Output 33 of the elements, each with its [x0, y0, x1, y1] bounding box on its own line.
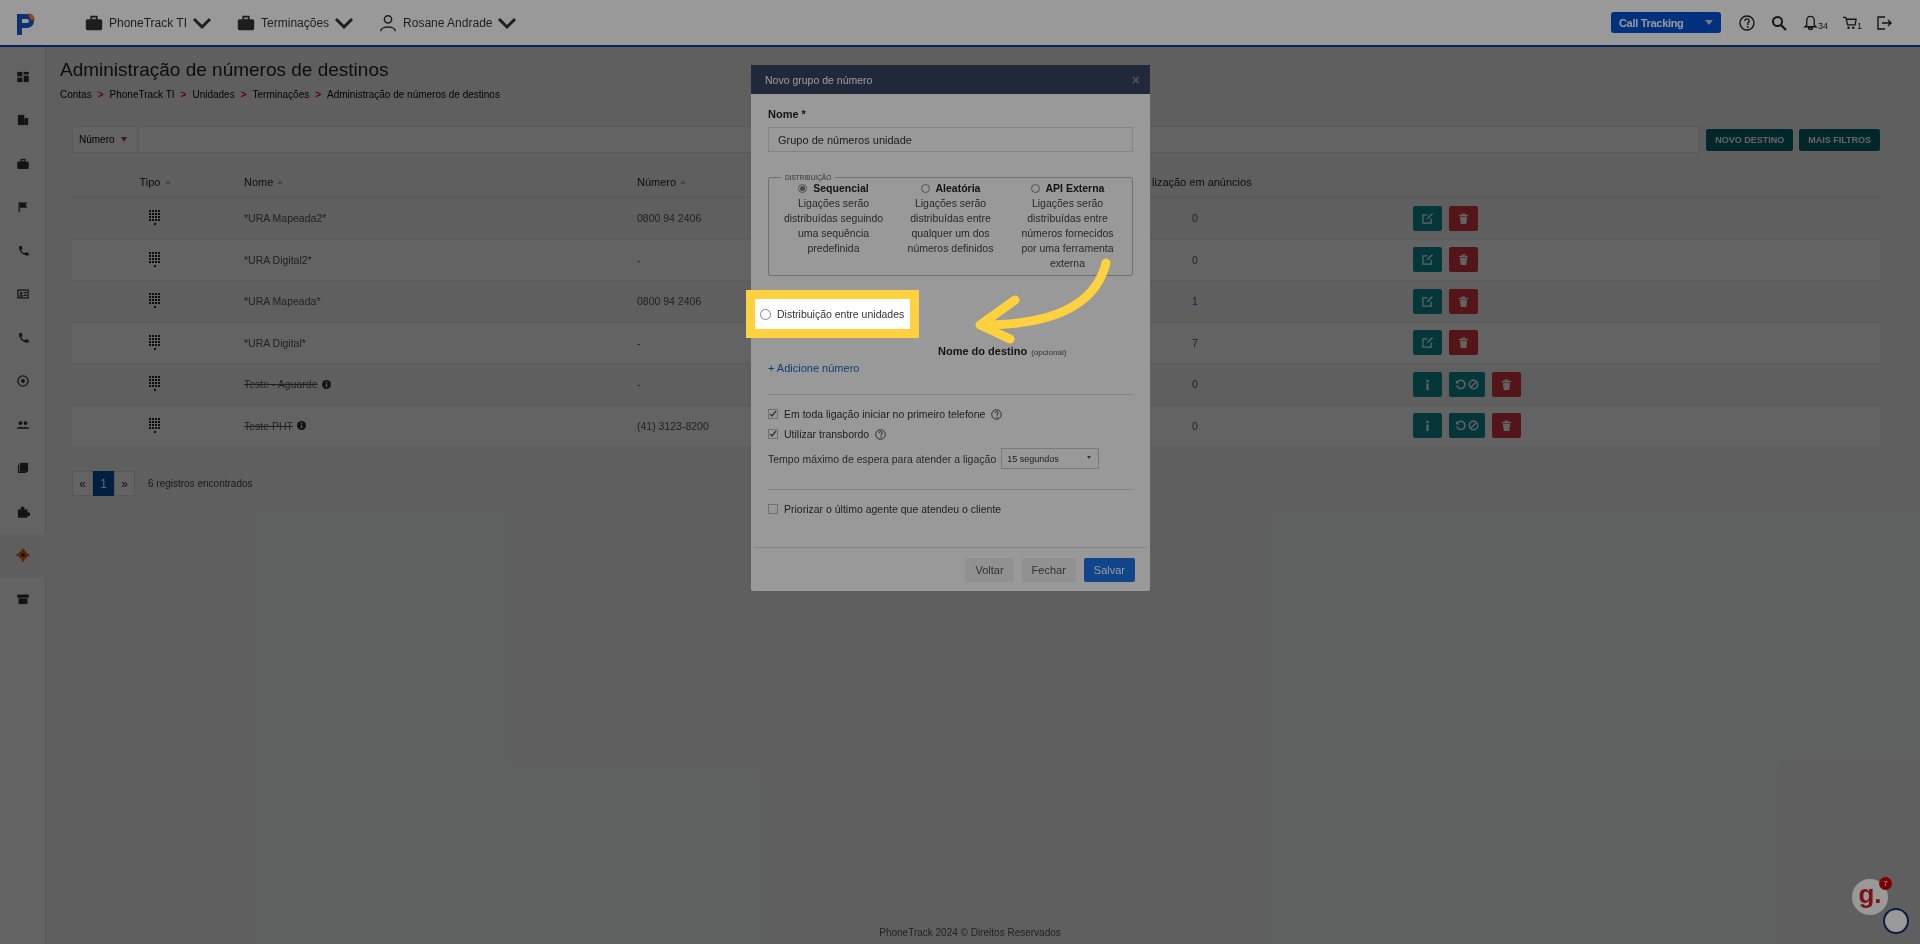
- name-cell: *URA Digital2*: [244, 253, 312, 266]
- breadcrumb-separator: >: [240, 89, 247, 100]
- usage-cell: 0: [1192, 419, 1198, 432]
- footer-text: PhoneTrack 2024 © Direitos Reservados: [879, 927, 1061, 938]
- usage-cell: 0: [1192, 253, 1198, 266]
- name-cell: *URA Mapeada*: [244, 295, 321, 308]
- name-cell: Teste - Aguarde: [244, 378, 318, 391]
- name-cell: *URA Digital*: [244, 336, 306, 349]
- checkbox-label: Utilizar transbordo: [784, 428, 870, 440]
- option-description: Ligações serão distribuídas entre números fornecidos por uma ferramenta externa: [1020, 196, 1115, 271]
- option-description: Ligações serão distribuídas entre qualquer um dos números definidos: [906, 196, 995, 256]
- field-label: Tempo máximo de espera para atender a ligação: [768, 452, 997, 465]
- name-cell: *URA Mapeada2*: [244, 212, 327, 225]
- number-cell: 0800 94 2406: [637, 295, 702, 308]
- checkbox-label: Em toda ligação iniciar no primeiro telefone: [784, 408, 986, 420]
- field-label: Nome *: [768, 108, 807, 120]
- records-count: 6 registros encontrados: [148, 478, 253, 489]
- column-header: Nome do destino: [938, 345, 1028, 357]
- checkbox-label: Priorizar o último agente que atendeu o cliente: [784, 503, 1002, 515]
- hint-text: (opcional): [1031, 348, 1067, 357]
- notification-badge: 7: [1879, 877, 1892, 890]
- number-cell: -: [637, 378, 641, 391]
- name-cell: Teste PHT: [244, 419, 293, 432]
- page-title: Administração de números de destinos: [60, 59, 389, 81]
- breadcrumb-separator: >: [315, 89, 322, 100]
- modal-title: Novo grupo de número: [765, 73, 873, 86]
- number-cell: -: [637, 253, 641, 266]
- breadcrumb-separator: >: [180, 89, 187, 100]
- breadcrumb-separator: >: [97, 89, 104, 100]
- number-cell: 0800 94 2406: [637, 212, 702, 225]
- number-cell: (41) 3123-8200: [637, 419, 709, 432]
- option-description: Ligações serão distribuídas seguindo uma sequência predefinida: [783, 196, 884, 256]
- number-cell: -: [637, 336, 641, 349]
